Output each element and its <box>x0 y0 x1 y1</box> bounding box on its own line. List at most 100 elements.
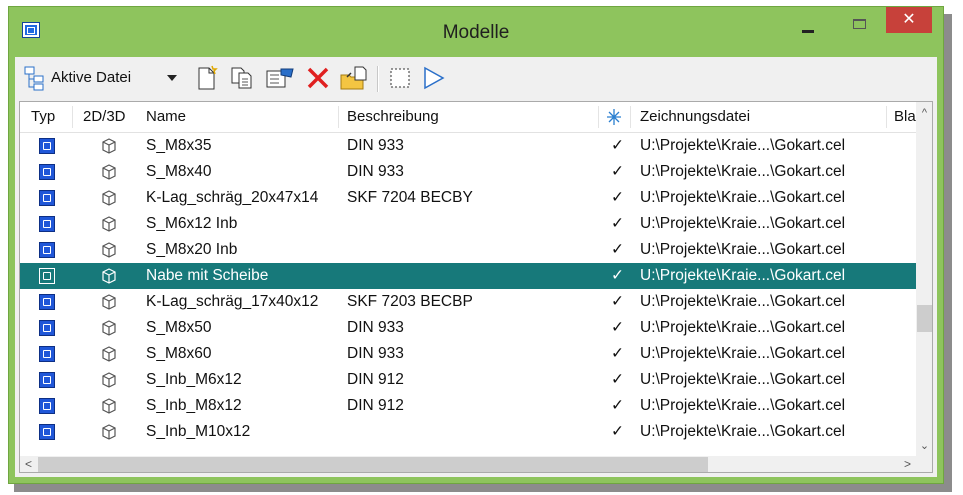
delete-icon[interactable] <box>305 65 331 91</box>
row-beschreibung: DIN 933 <box>347 345 404 362</box>
table-row[interactable]: S_M8x50 DIN 933 ✓ U:\Projekte\Kraie...\Goka… <box>20 315 916 341</box>
models-tree-icon[interactable] <box>23 65 49 91</box>
column-header-typ[interactable]: Typ <box>31 102 71 132</box>
table-row[interactable]: Nabe mit Scheibe ✓ U:\Projekte\Kraie...\Go… <box>20 263 916 289</box>
row-beschreibung: DIN 912 <box>347 371 404 388</box>
title-bar[interactable]: Modelle ✕ <box>9 7 943 57</box>
row-name: S_M6x12 Inb <box>146 215 238 232</box>
scrollbar-corner <box>916 456 932 472</box>
horizontal-scroll-thumb[interactable] <box>38 457 708 472</box>
column-header-name[interactable]: Name <box>146 102 336 132</box>
table-row[interactable]: S_M8x20 Inb ✓ U:\Projekte\Kraie...\Gokart.… <box>20 237 916 263</box>
table-row[interactable]: S_M8x35 DIN 933 ✓ U:\Projekte\Kraie...\Goka… <box>20 133 916 159</box>
row-beschreibung <box>347 419 597 445</box>
models-window: Modelle ✕ Aktive Datei Typ 2D/3D Name Be… <box>8 6 944 484</box>
3d-cube-icon <box>101 345 117 368</box>
row-beschreibung: DIN 912 <box>347 397 404 414</box>
row-zeichnungsdatei: U:\Projekte\Kraie...\Gokart.cel <box>640 293 846 310</box>
model-type-icon <box>39 372 55 388</box>
row-beschreibung <box>347 237 597 263</box>
scroll-down-button[interactable]: ⌄ <box>916 436 932 456</box>
model-type-icon <box>39 164 55 180</box>
3d-cube-icon <box>101 215 117 238</box>
copy-model-icon[interactable] <box>229 65 255 91</box>
row-zeichnungsdatei: U:\Projekte\Kraie...\Gokart.cel <box>640 163 846 180</box>
column-divider[interactable] <box>630 106 631 128</box>
table-row[interactable]: S_M8x60 DIN 933 ✓ U:\Projekte\Kraie...\Goka… <box>20 341 916 367</box>
column-header-beschreibung[interactable]: Beschreibung <box>347 102 597 132</box>
table-row[interactable]: S_Inb_M10x12 ✓ U:\Projekte\Kraie...\Gokart… <box>20 419 916 445</box>
row-zeichnungsdatei: U:\Projekte\Kraie...\Gokart.cel <box>640 241 846 258</box>
row-beschreibung <box>347 263 597 289</box>
toolbar: Aktive Datei <box>15 57 937 101</box>
row-name: S_Inb_M6x12 <box>146 371 242 388</box>
3d-cube-icon <box>101 163 117 186</box>
row-beschreibung: DIN 933 <box>347 137 404 154</box>
3d-cube-icon <box>101 137 117 160</box>
row-name: Nabe mit Scheibe <box>146 267 269 284</box>
model-type-icon <box>39 346 55 362</box>
row-beschreibung: SKF 7204 BECBY <box>347 189 473 206</box>
minimize-button[interactable] <box>797 17 819 39</box>
table-row[interactable]: S_M8x40 DIN 933 ✓ U:\Projekte\Kraie...\Goka… <box>20 159 916 185</box>
checkmark-icon: ✓ <box>611 293 624 310</box>
model-type-icon <box>39 242 55 258</box>
table-row[interactable]: K-Lag_schräg_20x47x14 SKF 7204 BECBY ✓ U:\P… <box>20 185 916 211</box>
scope-dropdown[interactable]: Aktive Datei <box>51 69 131 86</box>
vertical-scroll-thumb[interactable] <box>917 305 932 332</box>
row-name: S_M8x35 <box>146 137 212 154</box>
row-name: K-Lag_schräg_20x47x14 <box>146 189 319 206</box>
toolbar-separator <box>377 66 379 92</box>
table-row[interactable]: S_Inb_M6x12 DIN 912 ✓ U:\Projekte\Kraie...\… <box>20 367 916 393</box>
row-beschreibung: DIN 933 <box>347 163 404 180</box>
scroll-up-button[interactable]: ^ <box>916 102 932 122</box>
client-area: Aktive Datei Typ 2D/3D Name Beschreibung… <box>15 57 937 477</box>
column-header-2d3d[interactable]: 2D/3D <box>83 102 145 132</box>
row-name: S_M8x50 <box>146 319 212 336</box>
table-row[interactable]: S_M6x12 Inb ✓ U:\Projekte\Kraie...\Gokart.… <box>20 211 916 237</box>
row-zeichnungsdatei: U:\Projekte\Kraie...\Gokart.cel <box>640 423 846 440</box>
row-zeichnungsdatei: U:\Projekte\Kraie...\Gokart.cel <box>640 189 846 206</box>
scroll-left-button[interactable]: < <box>20 456 37 472</box>
column-divider[interactable] <box>338 106 339 128</box>
row-zeichnungsdatei: U:\Projekte\Kraie...\Gokart.cel <box>640 215 846 232</box>
column-divider[interactable] <box>886 106 887 128</box>
checkmark-icon: ✓ <box>611 371 624 388</box>
row-zeichnungsdatei: U:\Projekte\Kraie...\Gokart.cel <box>640 371 846 388</box>
table-row[interactable]: K-Lag_schräg_17x40x12 SKF 7203 BECBP ✓ U:\P… <box>20 289 916 315</box>
column-divider[interactable] <box>598 106 599 128</box>
new-model-icon[interactable] <box>193 65 219 91</box>
model-type-icon <box>39 216 55 232</box>
column-header-zeichnungsdatei[interactable]: Zeichnungsdatei <box>640 102 890 132</box>
select-icon[interactable] <box>387 65 413 91</box>
column-divider[interactable] <box>72 106 73 128</box>
model-type-icon <box>39 138 55 154</box>
checkmark-icon: ✓ <box>611 241 624 258</box>
vertical-scrollbar[interactable]: ^ ⌄ <box>916 102 932 456</box>
checkmark-icon: ✓ <box>611 319 624 336</box>
checkmark-icon: ✓ <box>611 267 624 284</box>
models-list[interactable]: Typ 2D/3D Name Beschreibung Zeichnungsda… <box>19 101 933 473</box>
3d-cube-icon <box>101 423 117 446</box>
row-name: K-Lag_schräg_17x40x12 <box>146 293 319 310</box>
table-row[interactable]: S_Inb_M8x12 DIN 912 ✓ U:\Projekte\Kraie...\… <box>20 393 916 419</box>
row-zeichnungsdatei: U:\Projekte\Kraie...\Gokart.cel <box>640 319 846 336</box>
scroll-right-button[interactable]: > <box>899 456 916 472</box>
row-beschreibung: SKF 7203 BECBP <box>347 293 473 310</box>
arrow-right-icon[interactable] <box>421 65 447 91</box>
checkmark-icon: ✓ <box>611 215 624 232</box>
properties-icon[interactable] <box>265 65 295 91</box>
chevron-down-icon[interactable] <box>167 75 177 81</box>
snowflake-icon[interactable] <box>604 102 626 132</box>
3d-cube-icon <box>101 319 117 342</box>
horizontal-scrollbar[interactable]: < > <box>20 456 916 472</box>
3d-cube-icon <box>101 397 117 420</box>
close-button[interactable]: ✕ <box>886 7 932 33</box>
row-name: S_M8x40 <box>146 163 212 180</box>
row-name: S_Inb_M8x12 <box>146 397 242 414</box>
column-header-blatt[interactable]: Bla <box>894 102 916 132</box>
list-header: Typ 2D/3D Name Beschreibung Zeichnungsda… <box>20 102 916 133</box>
row-name: S_M8x20 Inb <box>146 241 238 258</box>
maximize-button[interactable] <box>849 15 871 37</box>
import-icon[interactable] <box>339 65 369 91</box>
